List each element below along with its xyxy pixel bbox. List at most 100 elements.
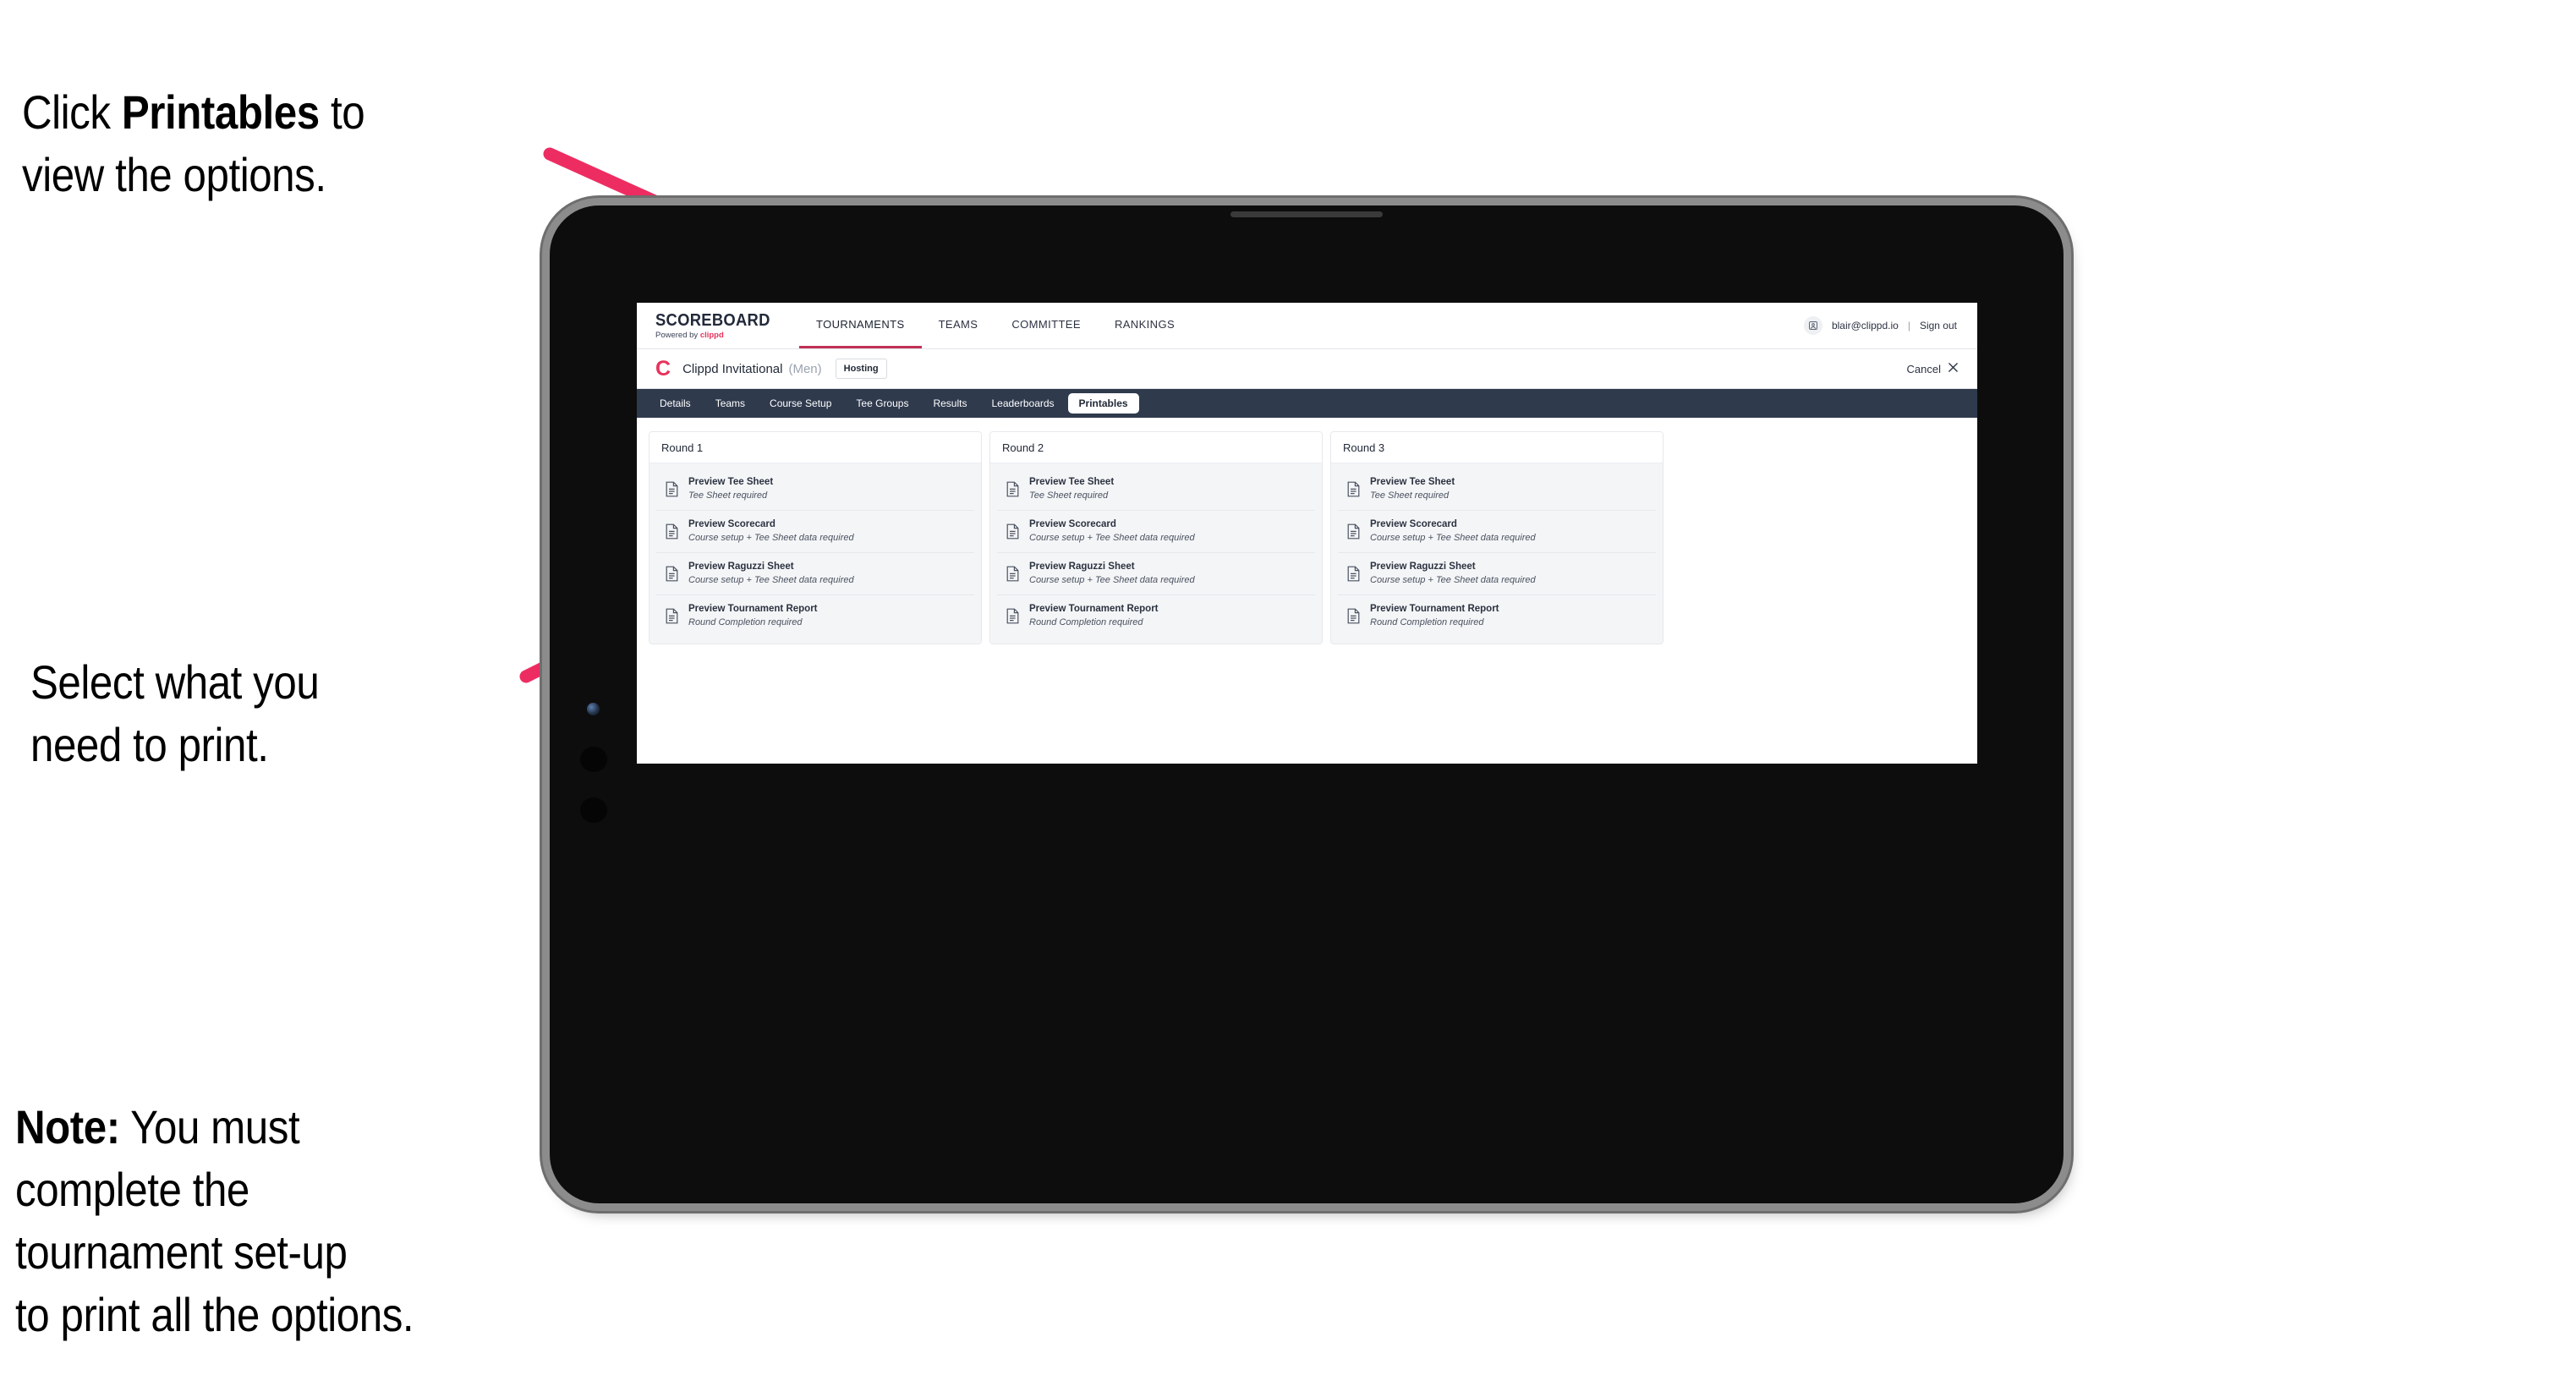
sign-out-link[interactable]: Sign out bbox=[1920, 320, 1957, 331]
round-card: Round 3 Preview Tee Sheet Tee Sheet requ… bbox=[1330, 431, 1663, 645]
brand-subtitle: Powered by clippd bbox=[655, 331, 782, 340]
printable-row-raguzzi-sheet[interactable]: Preview Raguzzi Sheet Course setup + Tee… bbox=[1338, 552, 1656, 595]
document-icon bbox=[665, 481, 679, 497]
printable-row-raguzzi-sheet[interactable]: Preview Raguzzi Sheet Course setup + Tee… bbox=[656, 552, 974, 595]
close-icon bbox=[1948, 362, 1959, 375]
top-nav-item-tournaments[interactable]: TOURNAMENTS bbox=[799, 303, 922, 348]
brand-subtitle-accent: clippd bbox=[699, 330, 724, 340]
tab-details[interactable]: Details bbox=[649, 393, 702, 414]
brand-title: SCOREBOARD bbox=[655, 310, 770, 330]
round-card: Round 2 Preview Tee Sheet Tee Sheet requ… bbox=[989, 431, 1323, 645]
tablet-camera-icon bbox=[587, 703, 600, 715]
document-icon bbox=[1346, 481, 1361, 497]
printable-row-scorecard[interactable]: Preview Scorecard Course setup + Tee She… bbox=[997, 510, 1315, 553]
cancel-button[interactable]: Cancel bbox=[1907, 362, 1959, 375]
document-icon bbox=[665, 566, 679, 582]
printable-title: Preview Tee Sheet bbox=[1370, 477, 1455, 487]
tab-course-setup[interactable]: Course Setup bbox=[759, 393, 842, 414]
printable-row-scorecard[interactable]: Preview Scorecard Course setup + Tee She… bbox=[1338, 510, 1656, 553]
printable-requirement: Course setup + Tee Sheet data required bbox=[1370, 533, 1536, 544]
printable-requirement: Course setup + Tee Sheet data required bbox=[1029, 533, 1195, 544]
top-nav-item-teams[interactable]: TEAMS bbox=[922, 303, 995, 348]
round-items: Preview Tee Sheet Tee Sheet required Pre… bbox=[1331, 463, 1663, 644]
printable-requirement: Course setup + Tee Sheet data required bbox=[688, 533, 854, 544]
top-nav-item-committee[interactable]: COMMITTEE bbox=[995, 303, 1098, 348]
annotation-select-print: Select what you need to print. bbox=[30, 655, 320, 771]
document-icon bbox=[1006, 523, 1020, 540]
tournament-name: Clippd Invitational bbox=[682, 361, 783, 376]
tablet-button-volume-down[interactable] bbox=[580, 797, 607, 823]
printable-requirement: Round Completion required bbox=[1370, 616, 1484, 627]
round-title: Round 2 bbox=[990, 432, 1322, 463]
document-icon bbox=[665, 523, 679, 540]
document-icon bbox=[1346, 523, 1361, 540]
document-icon bbox=[1006, 481, 1020, 497]
printable-row-tournament-report[interactable]: Preview Tournament Report Round Completi… bbox=[656, 594, 974, 637]
printable-requirement: Course setup + Tee Sheet data required bbox=[688, 574, 854, 585]
clippd-logo-icon: C bbox=[655, 356, 671, 381]
printable-requirement: Tee Sheet required bbox=[688, 490, 768, 501]
brand-subtitle-prefix: Powered by bbox=[655, 330, 700, 340]
document-icon bbox=[1346, 566, 1361, 582]
document-icon bbox=[1346, 608, 1361, 624]
printable-title: Preview Tournament Report bbox=[688, 603, 818, 614]
printable-row-tee-sheet[interactable]: Preview Tee Sheet Tee Sheet required bbox=[656, 468, 974, 511]
printable-row-tee-sheet[interactable]: Preview Tee Sheet Tee Sheet required bbox=[997, 468, 1315, 511]
document-icon bbox=[1006, 608, 1020, 624]
tablet-device-frame: SCOREBOARD Powered by clippd TOURNAMENTS… bbox=[550, 205, 2064, 1203]
tab-teams[interactable]: Teams bbox=[704, 393, 756, 414]
printable-requirement: Round Completion required bbox=[1029, 616, 1143, 627]
printable-row-raguzzi-sheet[interactable]: Preview Raguzzi Sheet Course setup + Tee… bbox=[997, 552, 1315, 595]
tablet-speaker bbox=[1230, 211, 1383, 217]
printable-title: Preview Tee Sheet bbox=[688, 477, 774, 487]
printable-requirement: Tee Sheet required bbox=[1029, 490, 1109, 501]
printable-row-scorecard[interactable]: Preview Scorecard Course setup + Tee She… bbox=[656, 510, 974, 553]
printable-title: Preview Scorecard bbox=[1029, 518, 1116, 529]
printable-requirement: Tee Sheet required bbox=[1370, 490, 1450, 501]
tab-tee-groups[interactable]: Tee Groups bbox=[845, 393, 919, 414]
account-separator: | bbox=[1907, 320, 1910, 331]
printable-title: Preview Tournament Report bbox=[1370, 603, 1499, 614]
tournament-header-bar: C Clippd Invitational (Men) Hosting Canc… bbox=[637, 349, 1977, 389]
printable-requirement: Course setup + Tee Sheet data required bbox=[1029, 574, 1195, 585]
tablet-screen: SCOREBOARD Powered by clippd TOURNAMENTS… bbox=[637, 303, 1977, 764]
printable-title: Preview Scorecard bbox=[688, 518, 776, 529]
tab-leaderboards[interactable]: Leaderboards bbox=[980, 393, 1065, 414]
brand-logo[interactable]: SCOREBOARD Powered by clippd bbox=[637, 303, 799, 348]
tab-printables[interactable]: Printables bbox=[1067, 393, 1139, 414]
account-area: blair@clippd.io | Sign out bbox=[1803, 303, 1977, 348]
annotation-note-bold: Note: bbox=[15, 1099, 120, 1153]
printable-title: Preview Raguzzi Sheet bbox=[688, 561, 794, 572]
tab-results[interactable]: Results bbox=[922, 393, 978, 414]
printable-title: Preview Raguzzi Sheet bbox=[1029, 561, 1135, 572]
status-badge-hosting[interactable]: Hosting bbox=[835, 359, 887, 379]
printable-title: Preview Raguzzi Sheet bbox=[1370, 561, 1476, 572]
printable-title: Preview Scorecard bbox=[1370, 518, 1457, 529]
printable-title: Preview Tee Sheet bbox=[1029, 477, 1115, 487]
user-avatar-icon[interactable] bbox=[1803, 316, 1822, 335]
printable-row-tee-sheet[interactable]: Preview Tee Sheet Tee Sheet required bbox=[1338, 468, 1656, 511]
top-navigation-bar: SCOREBOARD Powered by clippd TOURNAMENTS… bbox=[637, 303, 1977, 349]
annotation-click-prefix: Click bbox=[22, 85, 122, 139]
annotation-click-printables: Click Printables to view the options. bbox=[22, 19, 543, 206]
printable-requirement: Round Completion required bbox=[688, 616, 803, 627]
tablet-button-volume-up[interactable] bbox=[580, 747, 607, 772]
cancel-label: Cancel bbox=[1906, 362, 1941, 375]
printable-row-tournament-report[interactable]: Preview Tournament Report Round Completi… bbox=[997, 594, 1315, 637]
user-email: blair@clippd.io bbox=[1831, 320, 1899, 331]
printables-content: Round 1 Preview Tee Sheet Tee Sheet requ… bbox=[637, 418, 1977, 659]
round-title: Round 3 bbox=[1331, 432, 1663, 463]
document-icon bbox=[665, 608, 679, 624]
round-title: Round 1 bbox=[649, 432, 981, 463]
printable-title: Preview Tournament Report bbox=[1029, 603, 1159, 614]
section-tab-bar: Details Teams Course Setup Tee Groups Re… bbox=[637, 389, 1977, 418]
tournament-gender: (Men) bbox=[788, 361, 822, 376]
round-card: Round 1 Preview Tee Sheet Tee Sheet requ… bbox=[649, 431, 982, 645]
round-items: Preview Tee Sheet Tee Sheet required Pre… bbox=[990, 463, 1322, 644]
document-icon bbox=[1006, 566, 1020, 582]
round-items: Preview Tee Sheet Tee Sheet required Pre… bbox=[649, 463, 981, 644]
printable-row-tournament-report[interactable]: Preview Tournament Report Round Completi… bbox=[1338, 594, 1656, 637]
printable-requirement: Course setup + Tee Sheet data required bbox=[1370, 574, 1536, 585]
annotation-click-bold: Printables bbox=[121, 85, 320, 139]
top-nav-item-rankings[interactable]: RANKINGS bbox=[1098, 303, 1192, 348]
